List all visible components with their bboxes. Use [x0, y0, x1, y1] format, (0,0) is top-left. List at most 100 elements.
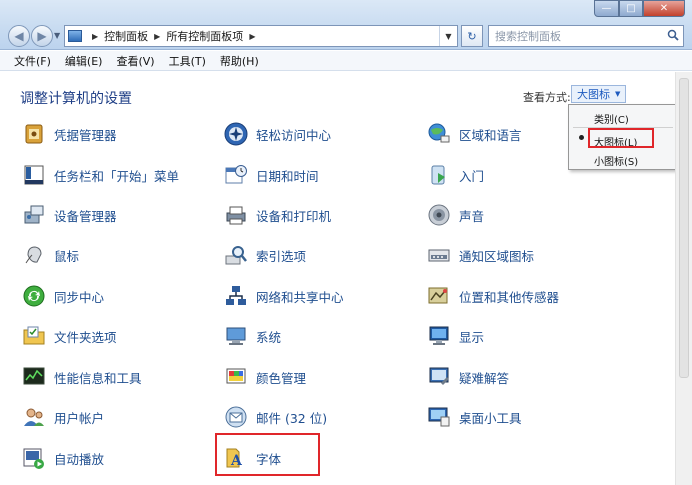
speaker-icon	[427, 203, 451, 227]
sync-icon	[22, 284, 46, 308]
item-device-manager[interactable]: 设备管理器	[22, 200, 117, 230]
back-button[interactable]: ◀	[8, 25, 30, 47]
item-location-sensors[interactable]: 位置和其他传感器	[427, 281, 559, 311]
item-sync-center[interactable]: 同步中心	[22, 281, 104, 311]
item-color-management[interactable]: 颜色管理	[224, 362, 306, 392]
menu-option-category[interactable]: 类别(C)	[594, 111, 629, 126]
content-area: 调整计算机的设置 查看方式: 大图标 ▼ 凭据管理器 轻松访问中心 区域和语言 …	[0, 72, 692, 485]
mouse-icon	[22, 243, 46, 267]
menu-tools[interactable]: 工具(T)	[169, 53, 206, 69]
location-sensor-icon	[427, 284, 451, 308]
view-by-menu: 类别(C) 大图标(L) 小图标(S)	[568, 104, 678, 170]
item-label: 桌面小工具	[459, 410, 522, 426]
breadcrumb-chevron-icon[interactable]: ▶	[154, 32, 160, 41]
item-region-language[interactable]: 区域和语言	[427, 119, 522, 149]
item-indexing-options[interactable]: 索引选项	[224, 240, 306, 270]
item-label: 用户帐户	[54, 410, 105, 426]
item-label: 设备和打印机	[256, 208, 332, 224]
item-label: 邮件 (32 位)	[256, 410, 328, 426]
item-autoplay[interactable]: 自动播放	[22, 443, 104, 473]
breadcrumb-chevron-icon[interactable]: ▶	[92, 32, 98, 41]
large-icons-highlight-box	[588, 128, 654, 148]
item-troubleshooting[interactable]: 疑难解答	[427, 362, 509, 392]
item-label: 位置和其他传感器	[459, 289, 560, 305]
item-label: 网络和共享中心	[256, 289, 344, 305]
item-taskbar[interactable]: 任务栏和「开始」菜单	[22, 160, 179, 190]
address-bar[interactable]: ▶ 控制面板 ▶ 所有控制面板项 ▶ ▼	[64, 25, 458, 47]
color-management-icon	[224, 365, 248, 389]
item-network-sharing[interactable]: 网络和共享中心	[224, 281, 344, 311]
item-user-accounts[interactable]: 用户帐户	[22, 402, 104, 432]
item-performance[interactable]: 性能信息和工具	[22, 362, 142, 392]
breadcrumb-chevron-icon[interactable]: ▶	[249, 32, 255, 41]
printer-icon	[224, 203, 248, 227]
item-label: 显示	[459, 329, 485, 345]
menu-file[interactable]: 文件(F)	[14, 53, 51, 69]
scrollbar-thumb[interactable]	[679, 78, 689, 378]
view-by-dropdown[interactable]: 大图标 ▼	[571, 85, 627, 103]
menu-help[interactable]: 帮助(H)	[220, 53, 259, 69]
taskbar-icon	[22, 163, 46, 187]
item-label: 鼠标	[54, 248, 80, 264]
item-system[interactable]: 系统	[224, 321, 281, 351]
mail-icon	[224, 405, 248, 429]
vertical-scrollbar[interactable]	[675, 72, 692, 485]
device-manager-icon	[22, 203, 46, 227]
item-mouse[interactable]: 鼠标	[22, 240, 79, 270]
network-icon	[224, 284, 248, 308]
menu-view[interactable]: 查看(V)	[116, 53, 154, 69]
region-language-icon	[427, 122, 451, 146]
breadcrumb-control-panel[interactable]: 控制面板	[104, 28, 148, 44]
close-button[interactable]: ✕	[643, 0, 685, 17]
search-input[interactable]: 搜索控制面板	[488, 25, 684, 47]
menu-edit[interactable]: 编辑(E)	[65, 53, 103, 69]
control-panel-icon	[68, 30, 82, 42]
minimize-button[interactable]: —	[594, 0, 619, 17]
getting-started-icon	[427, 163, 451, 187]
display-icon	[427, 324, 451, 348]
user-accounts-icon	[22, 405, 46, 429]
item-getting-started[interactable]: 入门	[427, 160, 484, 190]
item-label: 文件夹选项	[54, 329, 117, 345]
view-by-label: 查看方式:	[523, 91, 571, 104]
item-label: 日期和时间	[256, 168, 319, 184]
item-label: 性能信息和工具	[54, 370, 142, 386]
item-date-time[interactable]: 日期和时间	[224, 160, 319, 190]
item-label: 轻松访问中心	[256, 127, 332, 143]
item-label: 任务栏和「开始」菜单	[54, 168, 180, 184]
breadcrumb-all-items[interactable]: 所有控制面板项	[166, 28, 243, 44]
troubleshooting-icon	[427, 365, 451, 389]
item-label: 设备管理器	[54, 208, 117, 224]
ease-of-access-icon	[224, 122, 248, 146]
recent-pages-dropdown-icon[interactable]: ▼	[54, 31, 60, 40]
item-display[interactable]: 显示	[427, 321, 484, 351]
back-arrow-icon: ◀	[14, 29, 24, 43]
calendar-clock-icon	[224, 163, 248, 187]
item-mail[interactable]: 邮件 (32 位)	[224, 402, 327, 432]
gadgets-icon	[427, 405, 451, 429]
item-label: 系统	[256, 329, 282, 345]
view-by-value: 大图标	[577, 88, 610, 101]
address-dropdown-icon[interactable]: ▼	[439, 26, 457, 46]
item-devices-printers[interactable]: 设备和打印机	[224, 200, 331, 230]
item-label: 索引选项	[256, 248, 307, 264]
refresh-button[interactable]: ↻	[461, 25, 483, 47]
item-label: 凭据管理器	[54, 127, 117, 143]
item-desktop-gadgets[interactable]: 桌面小工具	[427, 402, 522, 432]
item-notification-area[interactable]: 通知区域图标	[427, 240, 534, 270]
menu-option-small-icons[interactable]: 小图标(S)	[594, 153, 638, 168]
item-folder-options[interactable]: 文件夹选项	[22, 321, 117, 351]
search-icon[interactable]	[667, 29, 679, 41]
item-ease-of-access[interactable]: 轻松访问中心	[224, 119, 331, 149]
window-chrome: — □ ✕ ◀ ▶ ▼ ▶ 控制面板 ▶ 所有控制面板项 ▶ ▼ ↻ 搜索控制面…	[0, 0, 692, 50]
item-credential-manager[interactable]: 凭据管理器	[22, 119, 117, 149]
item-sound[interactable]: 声音	[427, 200, 484, 230]
selected-bullet-icon	[579, 135, 584, 140]
item-label: 自动播放	[54, 451, 105, 467]
forward-button[interactable]: ▶	[31, 25, 53, 47]
item-label: 通知区域图标	[459, 248, 535, 264]
maximize-button[interactable]: □	[619, 0, 643, 17]
dropdown-arrow-icon: ▼	[615, 90, 621, 98]
system-icon	[224, 324, 248, 348]
item-label: 同步中心	[54, 289, 105, 305]
